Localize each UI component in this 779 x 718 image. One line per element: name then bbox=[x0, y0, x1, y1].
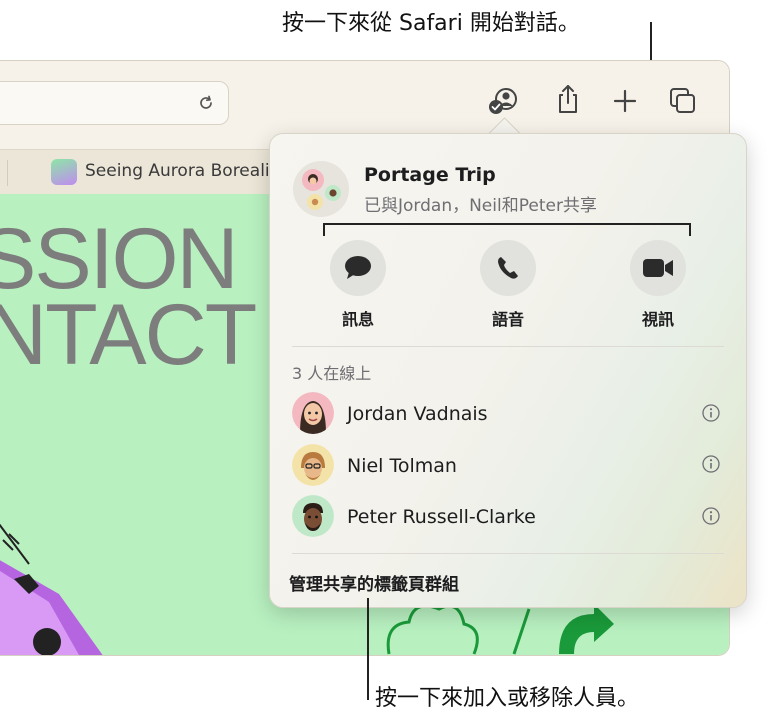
manage-shared-tab-group-button[interactable]: 管理共享的標籤頁群組 bbox=[289, 570, 459, 595]
divider-top bbox=[292, 346, 724, 347]
online-count-header: 3 人在線上 bbox=[292, 364, 372, 383]
toolbar bbox=[0, 61, 729, 135]
page-heading-line2: NTACT bbox=[0, 287, 257, 383]
group-avatar-icon bbox=[293, 161, 349, 217]
address-bar[interactable] bbox=[0, 81, 229, 125]
video-icon bbox=[643, 259, 673, 277]
plus-icon[interactable] bbox=[609, 85, 641, 117]
avatar bbox=[292, 392, 334, 434]
actions-bracket bbox=[323, 223, 691, 236]
tab-title: Seeing Aurora Borealis bbox=[85, 161, 279, 181]
phone-icon bbox=[498, 257, 518, 279]
divider-bottom bbox=[292, 553, 724, 554]
info-icon[interactable] bbox=[702, 455, 720, 473]
decorative-artwork bbox=[0, 524, 103, 655]
callout-bottom: 按一下來加入或移除人員。 bbox=[375, 686, 640, 711]
callout-bottom-leader bbox=[367, 598, 369, 700]
aurora-favicon-icon bbox=[51, 159, 77, 185]
message-label: 訊息 bbox=[341, 310, 374, 329]
shared-with-text: 已與Jordan，Neil和Peter共享 bbox=[364, 196, 597, 216]
shareplay-popover: Portage Trip 已與Jordan，Neil和Peter共享 訊息 語音 bbox=[269, 133, 747, 608]
shareplay-icon[interactable] bbox=[487, 85, 519, 117]
person-name: Niel Tolman bbox=[347, 455, 457, 477]
message-icon bbox=[345, 256, 371, 279]
video-call-label: 視訊 bbox=[641, 310, 674, 329]
audio-call-button-circle[interactable] bbox=[480, 240, 536, 296]
person-name: Jordan Vadnais bbox=[347, 403, 488, 425]
tab-divider bbox=[7, 160, 8, 186]
avatar bbox=[292, 444, 334, 486]
info-icon[interactable] bbox=[702, 404, 720, 422]
callout-top: 按一下來從 Safari 開始對話。 bbox=[282, 11, 580, 36]
video-call-button-circle[interactable] bbox=[630, 240, 686, 296]
info-icon[interactable] bbox=[702, 507, 720, 525]
avatar bbox=[292, 495, 334, 537]
message-button-circle[interactable] bbox=[330, 240, 386, 296]
reload-icon[interactable] bbox=[196, 93, 216, 113]
person-name: Peter Russell-Clarke bbox=[347, 506, 536, 528]
group-title: Portage Trip bbox=[364, 164, 496, 186]
tabs-overview-icon[interactable] bbox=[667, 85, 699, 117]
audio-call-label: 語音 bbox=[491, 310, 524, 329]
share-icon[interactable] bbox=[552, 83, 584, 115]
